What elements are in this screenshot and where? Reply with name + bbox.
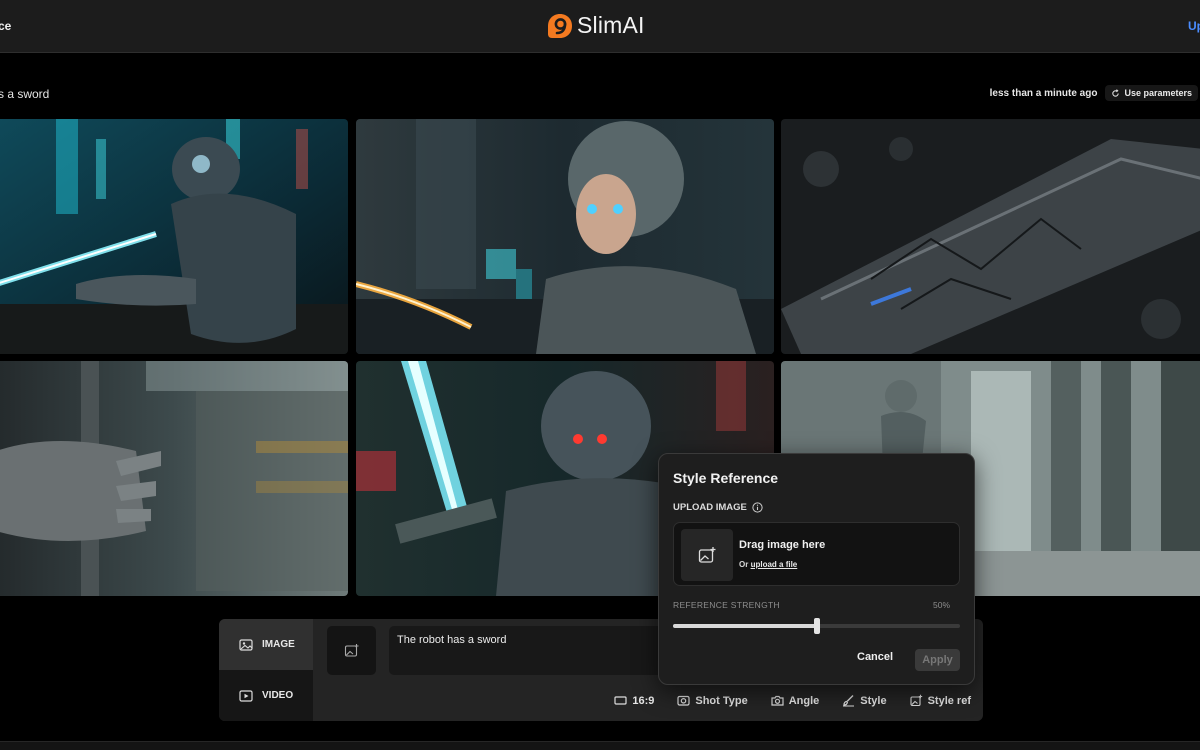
image-add-icon <box>698 546 715 563</box>
add-image-button[interactable] <box>327 626 376 675</box>
dropzone-thumb <box>681 529 733 581</box>
reference-strength-slider[interactable] <box>673 618 960 634</box>
angle-camera-icon <box>771 695 784 706</box>
generation-meta: less than a minute ago Use parameters <box>990 85 1198 101</box>
gallery-image-2[interactable] <box>356 119 774 354</box>
gallery-image-4[interactable] <box>0 361 348 596</box>
composer-options: 16:9 Shot Type Angle Style Style ref <box>614 694 971 707</box>
robot-beam-image <box>0 119 348 354</box>
android-sword-image <box>356 119 774 354</box>
use-parameters-button[interactable]: Use parameters <box>1105 85 1198 101</box>
gallery-image-1[interactable] <box>0 119 348 354</box>
robot-hand-image <box>0 361 348 596</box>
dropzone-subtext: Or upload a file <box>739 560 797 569</box>
top-bar: ce SlimAI Up <box>0 0 1200 53</box>
camera-icon <box>677 695 690 706</box>
style-ref-label: Style ref <box>927 694 971 707</box>
use-parameters-label: Use parameters <box>1124 88 1192 98</box>
angle-button[interactable]: Angle <box>771 694 820 707</box>
reference-strength-value: 50% <box>932 600 950 610</box>
generation-prompt: s a sword <box>0 87 50 101</box>
slider-fill <box>673 624 817 628</box>
image-add-icon <box>344 643 358 657</box>
nav-left-label[interactable]: ce <box>0 19 11 33</box>
dropzone-or: Or <box>739 560 749 569</box>
mode-selector: IMAGE VIDEO <box>219 619 313 721</box>
upload-image-label-text: UPLOAD IMAGE <box>673 502 747 513</box>
slimai-logo-icon <box>548 13 572 38</box>
cancel-button[interactable]: Cancel <box>857 651 893 663</box>
info-icon[interactable] <box>752 502 763 513</box>
brush-icon <box>843 695 855 707</box>
generation-time: less than a minute ago <box>989 87 1098 99</box>
upgrade-link[interactable]: Up <box>1188 19 1200 33</box>
bottom-strip <box>0 741 1200 750</box>
slider-handle[interactable] <box>813 618 820 634</box>
apply-button[interactable]: Apply <box>915 649 960 671</box>
image-dropzone[interactable]: Drag image here Or upload a file <box>673 522 960 586</box>
aspect-ratio-button[interactable]: 16:9 <box>614 694 654 707</box>
brand[interactable]: SlimAI <box>547 12 645 39</box>
mode-image-tab[interactable]: IMAGE <box>219 619 313 670</box>
brand-name: SlimAI <box>577 12 645 38</box>
refresh-icon <box>1112 88 1120 97</box>
shot-type-label: Shot Type <box>695 694 748 707</box>
angle-label: Angle <box>788 694 820 707</box>
style-ref-button[interactable]: Style ref <box>910 694 971 707</box>
prompt-input[interactable]: The robot has a sword <box>389 626 689 675</box>
dropzone-title: Drag image here <box>739 539 826 551</box>
gallery-image-3[interactable] <box>781 119 1200 354</box>
video-icon <box>239 689 253 702</box>
upload-file-link[interactable]: upload a file <box>751 560 798 569</box>
popup-title: Style Reference <box>673 470 779 486</box>
shot-type-button[interactable]: Shot Type <box>677 694 748 707</box>
style-label: Style <box>860 694 887 707</box>
style-reference-popup: Style Reference UPLOAD IMAGE Drag image … <box>658 453 975 685</box>
style-button[interactable]: Style <box>842 694 887 707</box>
image-add-icon <box>910 694 922 707</box>
aspect-ratio-icon <box>614 696 627 705</box>
reference-strength-label: REFERENCE STRENGTH <box>673 600 780 610</box>
upload-image-label: UPLOAD IMAGE <box>673 502 763 513</box>
aspect-ratio-label: 16:9 <box>632 694 655 707</box>
image-icon <box>239 638 253 651</box>
cracked-blade-image <box>781 119 1200 354</box>
mode-video-label: VIDEO <box>262 690 294 701</box>
mode-image-label: IMAGE <box>262 639 295 650</box>
mode-video-tab[interactable]: VIDEO <box>219 670 313 721</box>
